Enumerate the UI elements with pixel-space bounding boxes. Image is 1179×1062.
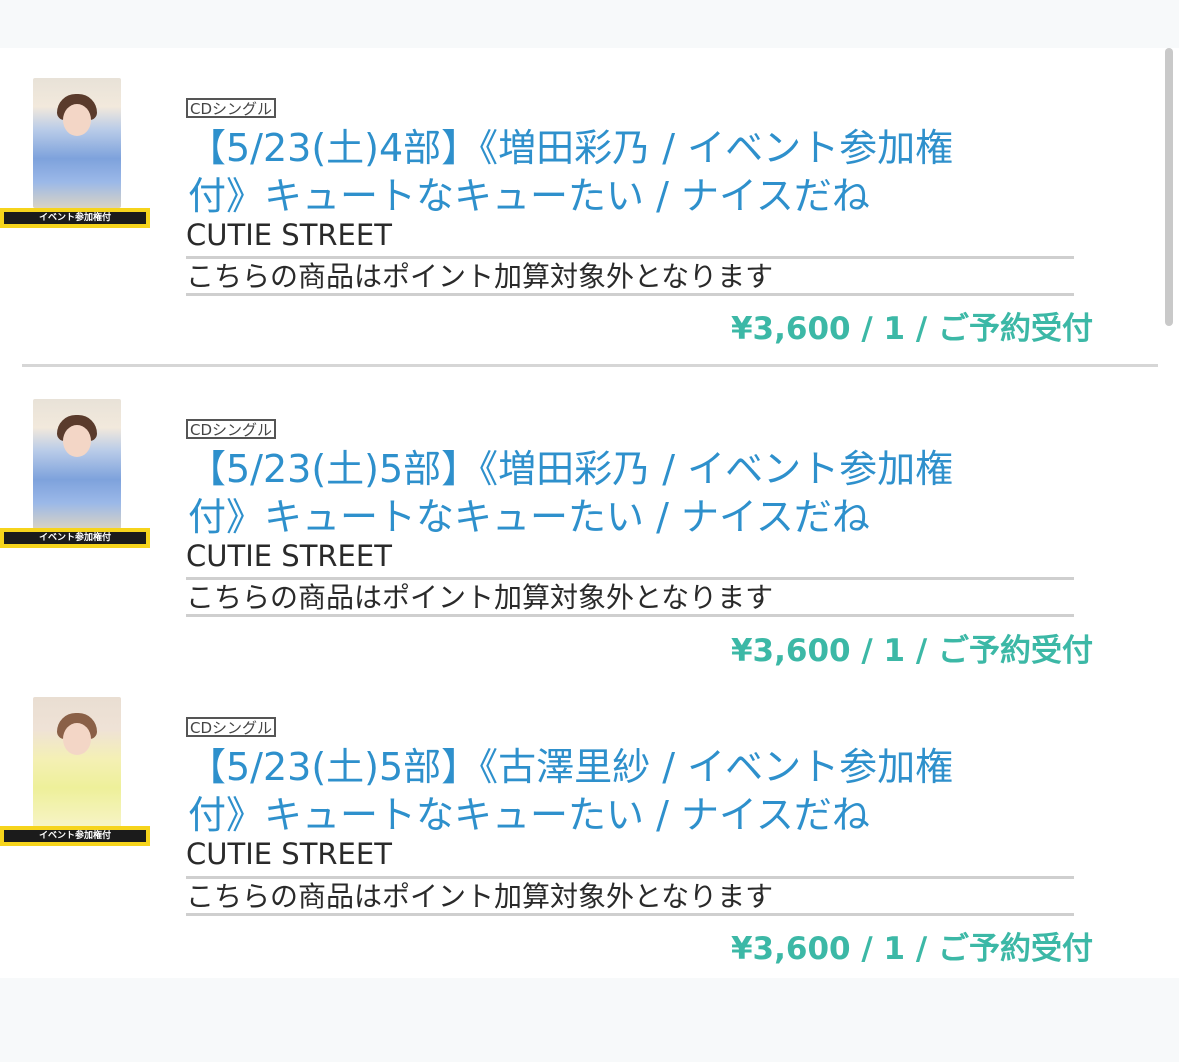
artist-name: CUTIE STREET — [186, 218, 392, 252]
product-title-line1[interactable]: 【5/23(土)5部】《古澤里紗 / イベント参加権 — [188, 743, 1088, 791]
product-title-line1[interactable]: 【5/23(土)5部】《増田彩乃 / イベント参加権 — [188, 445, 1088, 493]
price-status: ¥3,600 / 1 / ご予約受付 — [730, 931, 1093, 967]
product-title-line1[interactable]: 【5/23(土)4部】《増田彩乃 / イベント参加権 — [188, 124, 1088, 172]
type-tag: CDシングル — [186, 98, 277, 118]
product-thumbnail[interactable] — [33, 78, 121, 208]
artist-name: CUTIE STREET — [186, 837, 392, 871]
photo-face — [63, 104, 91, 136]
point-notice: こちらの商品はポイント加算対象外となります — [186, 256, 1074, 296]
photo-face — [63, 425, 91, 457]
event-badge: イベント参加権付 — [0, 826, 150, 846]
product-thumbnail[interactable] — [33, 399, 121, 529]
point-notice: こちらの商品はポイント加算対象外となります — [186, 876, 1074, 916]
product-title-line2[interactable]: 付》キュートなキューたい / ナイスだね — [188, 791, 1088, 839]
type-tag: CDシングル — [186, 717, 277, 737]
item-divider — [22, 364, 1158, 367]
artist-name: CUTIE STREET — [186, 539, 392, 573]
event-badge: イベント参加権付 — [0, 528, 150, 548]
product-title-line2[interactable]: 付》キュートなキューたい / ナイスだね — [188, 172, 1088, 220]
product-thumbnail[interactable] — [33, 697, 121, 827]
photo-face — [63, 723, 91, 755]
point-notice: こちらの商品はポイント加算対象外となります — [186, 577, 1074, 617]
event-badge: イベント参加権付 — [0, 208, 150, 228]
price-status: ¥3,600 / 1 / ご予約受付 — [730, 633, 1093, 669]
scrollbar[interactable] — [1165, 48, 1173, 326]
product-list: イベント参加権付 CDシングル 【5/23(土)4部】《増田彩乃 / イベント参… — [0, 48, 1179, 978]
type-tag: CDシングル — [186, 419, 277, 439]
price-status: ¥3,600 / 1 / ご予約受付 — [730, 311, 1093, 347]
product-title-line2[interactable]: 付》キュートなキューたい / ナイスだね — [188, 493, 1088, 541]
